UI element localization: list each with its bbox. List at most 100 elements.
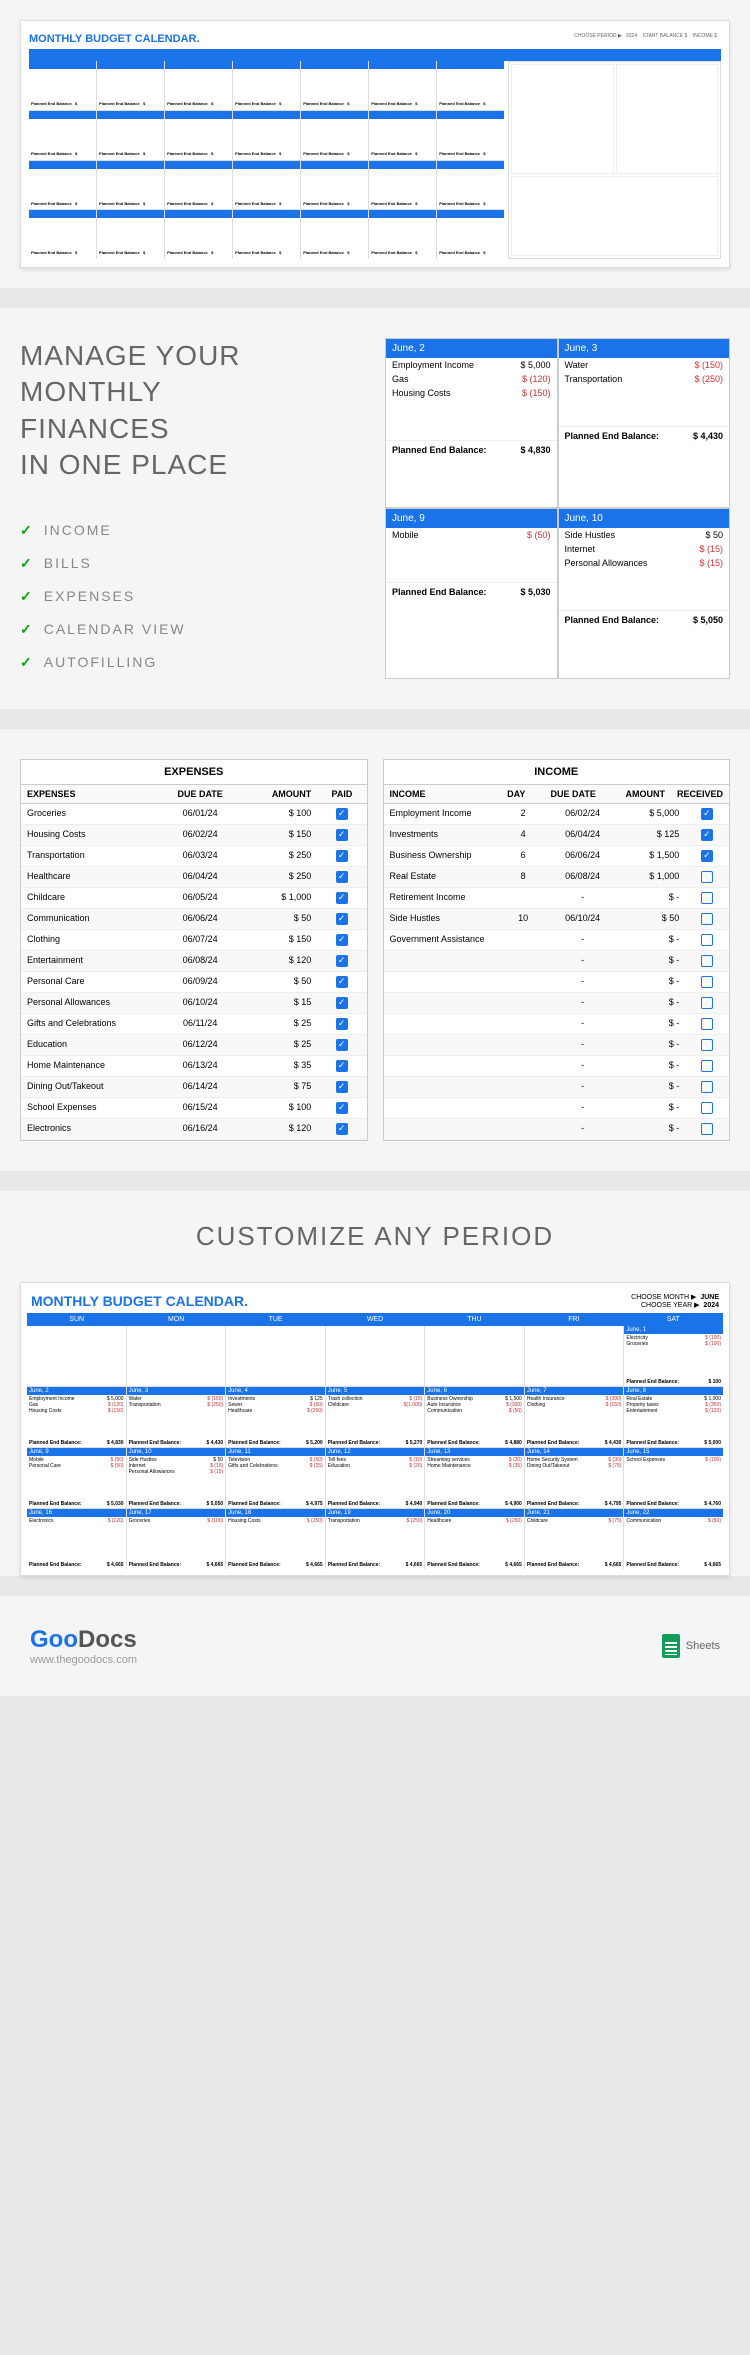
table-row: Groceries06/01/24$ 100 <box>21 804 367 825</box>
day-cell: June, 10Side Hustles$ 50Internet$ (15)Pe… <box>558 508 731 678</box>
table-row: School Expenses06/15/24$ 100 <box>21 1098 367 1119</box>
table-row: Business Ownership606/06/24$ 1,500 <box>384 846 730 867</box>
checkbox[interactable] <box>701 871 713 883</box>
calendar-cell: June, 18Housing Costs$ (150)Planned End … <box>226 1509 325 1569</box>
calendar-cell: June, 20Healthcare$ (250)Planned End Bal… <box>425 1509 524 1569</box>
checkbox[interactable] <box>336 871 348 883</box>
logo: GooDocs www.thegoodocs.com <box>30 1626 137 1666</box>
checkbox[interactable] <box>701 1018 713 1030</box>
calendar-cell: June, 14Home Security System$ (30)Dining… <box>525 1448 624 1508</box>
table-row: Clothing06/07/24$ 150 <box>21 930 367 951</box>
checkbox[interactable] <box>701 808 713 820</box>
table-row: Personal Care06/09/24$ 50 <box>21 972 367 993</box>
table-row: Transportation06/03/24$ 250 <box>21 846 367 867</box>
expenses-table: EXPENSES EXPENSESDUE DATEAMOUNTPAID Groc… <box>20 759 368 1141</box>
checkbox[interactable] <box>701 997 713 1009</box>
table-row: Electronics06/16/24$ 120 <box>21 1119 367 1140</box>
check-icon: ✓ <box>20 621 34 637</box>
day-cell: June, 2Employment Income$ 5,000Gas$ (120… <box>385 338 558 508</box>
checkbox[interactable] <box>336 1081 348 1093</box>
table-row: Personal Allowances06/10/24$ 15 <box>21 993 367 1014</box>
table-row: Retirement Income-$ - <box>384 888 730 909</box>
checkbox[interactable] <box>701 976 713 988</box>
checkbox[interactable] <box>336 1018 348 1030</box>
sheets-icon <box>662 1634 680 1658</box>
footer: GooDocs www.thegoodocs.com Sheets <box>0 1596 750 1696</box>
checkbox[interactable] <box>336 913 348 925</box>
calendar-cell: June, 17Groceries$ (100)Planned End Bala… <box>127 1509 226 1569</box>
feature-item: ✓EXPENSES <box>20 580 365 613</box>
calendar-cell <box>27 1326 126 1386</box>
table-row: Housing Costs06/02/24$ 150 <box>21 825 367 846</box>
table-row: Home Maintenance06/13/24$ 35 <box>21 1056 367 1077</box>
checkbox[interactable] <box>336 808 348 820</box>
checkbox[interactable] <box>336 1123 348 1135</box>
checkbox[interactable] <box>336 997 348 1009</box>
checkbox[interactable] <box>701 829 713 841</box>
calendar-cell: June, 7Health Insurance$ (300)Clothing$ … <box>525 1387 624 1447</box>
table-row: Education06/12/24$ 25 <box>21 1035 367 1056</box>
calendar-cell <box>226 1326 325 1386</box>
table-row: -$ - <box>384 1119 730 1140</box>
customize-section: CUSTOMIZE ANY PERIOD MONTHLY BUDGET CALE… <box>0 1191 750 1576</box>
calendar-cell: June, 2Employment Income$ 5,000Gas$ (120… <box>27 1387 126 1447</box>
checkbox[interactable] <box>701 1039 713 1051</box>
sheets-badge: Sheets <box>662 1634 720 1658</box>
table-row: -$ - <box>384 951 730 972</box>
customize-heading: CUSTOMIZE ANY PERIOD <box>0 1191 750 1282</box>
table-row: Side Hustles1006/10/24$ 50 <box>384 909 730 930</box>
table-row: Real Estate806/08/24$ 1,000 <box>384 867 730 888</box>
table-row: -$ - <box>384 1098 730 1119</box>
day-cell: June, 3Water$ (150)Transportation$ (250)… <box>558 338 731 508</box>
calendar-cell: June, 8Real Estate$ 1,000Property taxes$… <box>624 1387 723 1447</box>
check-icon: ✓ <box>20 588 34 604</box>
table-row: -$ - <box>384 1056 730 1077</box>
checkbox[interactable] <box>701 892 713 904</box>
table-row: Entertainment06/08/24$ 120 <box>21 951 367 972</box>
checkbox[interactable] <box>336 1039 348 1051</box>
calendar-cell: June, 13Streaming services$ (20)Home Mai… <box>425 1448 524 1508</box>
table-row: -$ - <box>384 972 730 993</box>
features-heading: MANAGE YOUR MONTHLY FINANCES IN ONE PLAC… <box>20 338 365 484</box>
calendar-cell <box>425 1326 524 1386</box>
table-row: Communication06/06/24$ 50 <box>21 909 367 930</box>
calendar-cell: June, 1Electricity$ (100)Groceries$ (100… <box>624 1326 723 1386</box>
check-icon: ✓ <box>20 522 34 538</box>
calendar-cell <box>525 1326 624 1386</box>
table-row: -$ - <box>384 1077 730 1098</box>
checkbox[interactable] <box>701 934 713 946</box>
hero-title: MONTHLY BUDGET CALENDAR. <box>29 29 200 49</box>
checkbox[interactable] <box>336 892 348 904</box>
checkbox[interactable] <box>336 829 348 841</box>
checkbox[interactable] <box>701 955 713 967</box>
table-row: Healthcare06/04/24$ 250 <box>21 867 367 888</box>
table-row: Employment Income206/02/24$ 5,000 <box>384 804 730 825</box>
checkbox[interactable] <box>336 976 348 988</box>
checkbox[interactable] <box>701 850 713 862</box>
table-row: Investments406/04/24$ 125 <box>384 825 730 846</box>
hero-preview: MONTHLY BUDGET CALENDAR. CHOOSE PERIOD ▶… <box>20 20 730 268</box>
checkbox[interactable] <box>336 955 348 967</box>
calendar-cell: June, 4Investments$ 125Sewer$ (50)Health… <box>226 1387 325 1447</box>
day-cells-preview: June, 2Employment Income$ 5,000Gas$ (120… <box>385 338 730 679</box>
checkbox[interactable] <box>336 1060 348 1072</box>
feature-item: ✓INCOME <box>20 514 365 547</box>
checkbox[interactable] <box>701 1102 713 1114</box>
table-row: -$ - <box>384 1014 730 1035</box>
calendar-cell: June, 21Childcare$ (75)Planned End Balan… <box>525 1509 624 1569</box>
checkbox[interactable] <box>336 850 348 862</box>
calendar-cell <box>326 1326 425 1386</box>
calendar-cell: June, 9Mobile$ (50)Personal Care$ (50)Pl… <box>27 1448 126 1508</box>
features-list: ✓INCOME✓BILLS✓EXPENSES✓CALENDAR VIEW✓AUT… <box>20 514 365 679</box>
calendar-cell: June, 10Side Hustles$ 50Internet$ (15)Pe… <box>127 1448 226 1508</box>
day-cell: June, 9Mobile$ (50)Planned End Balance:$… <box>385 508 558 678</box>
checkbox[interactable] <box>336 934 348 946</box>
checkbox[interactable] <box>336 1102 348 1114</box>
calendar-cell: June, 22Communication$ (50)Planned End B… <box>624 1509 723 1569</box>
calendar-cell: June, 19Transportation$ (250)Planned End… <box>326 1509 425 1569</box>
checkbox[interactable] <box>701 1060 713 1072</box>
income-table: INCOME INCOMEDAYDUE DATEAMOUNTRECEIVED E… <box>383 759 731 1141</box>
checkbox[interactable] <box>701 1081 713 1093</box>
checkbox[interactable] <box>701 913 713 925</box>
checkbox[interactable] <box>701 1123 713 1135</box>
